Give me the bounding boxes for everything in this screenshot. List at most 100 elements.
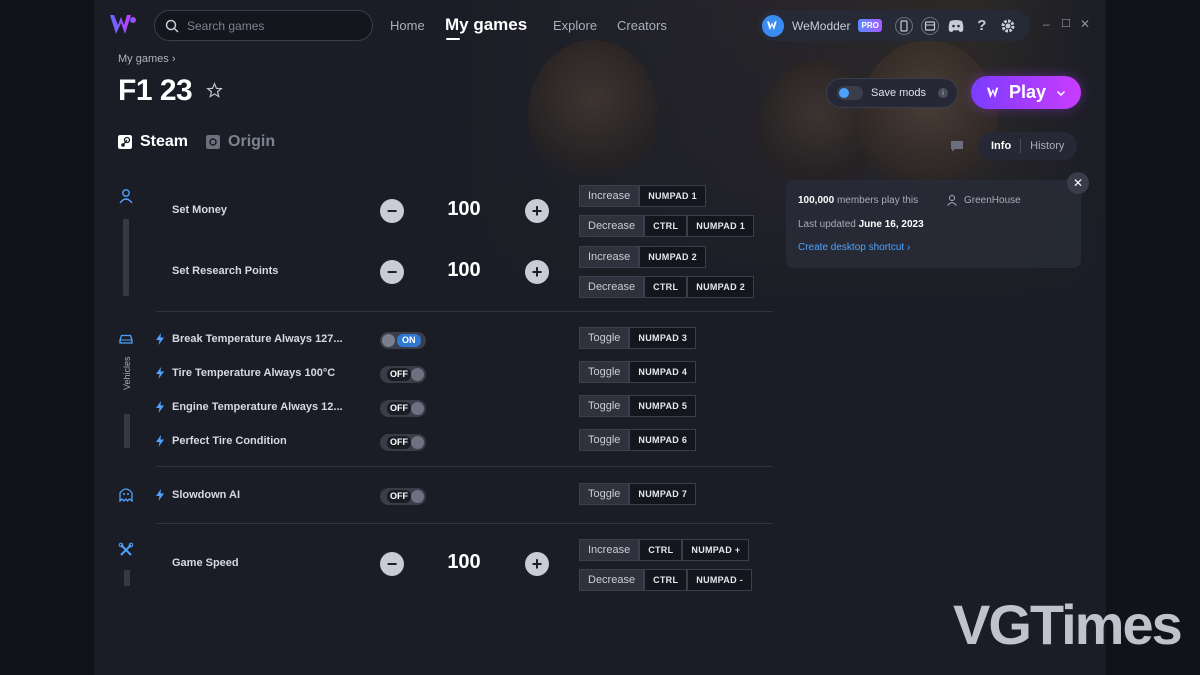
mod-value[interactable]: 100: [426, 259, 502, 282]
nav-my-games[interactable]: My games: [445, 15, 527, 35]
decrease-button[interactable]: −: [380, 260, 404, 284]
members-number: 100,000: [798, 195, 835, 206]
last-updated: Last updated June 16, 2023: [798, 219, 924, 230]
phone-icon[interactable]: [894, 16, 914, 36]
settings-gear-icon[interactable]: [998, 16, 1018, 36]
nav-active-indicator: [446, 38, 460, 40]
decrease-button[interactable]: −: [380, 552, 404, 576]
chevron-down-icon[interactable]: [1056, 88, 1066, 98]
tab-history[interactable]: History: [1021, 140, 1073, 152]
mod-toggle[interactable]: OFF: [380, 400, 426, 417]
hotkey-key[interactable]: NUMPAD 4: [629, 361, 697, 383]
increase-button[interactable]: +: [525, 260, 549, 284]
maximize-button[interactable]: ☐: [1061, 17, 1071, 30]
hotkey-toggle[interactable]: Toggle NUMPAD 7: [579, 483, 697, 505]
wemodder-logo-icon[interactable]: [108, 12, 138, 38]
info-icon[interactable]: i: [938, 88, 949, 98]
hotkey-key[interactable]: CTRL: [644, 276, 688, 298]
breadcrumb-my-games[interactable]: My games: [118, 53, 169, 65]
hotkey-key[interactable]: CTRL: [644, 215, 688, 237]
hotkey-key[interactable]: NUMPAD 7: [629, 483, 697, 505]
category-scrollbar[interactable]: [124, 570, 130, 586]
hotkey-decrease[interactable]: Decrease CTRL NUMPAD 2: [579, 276, 755, 298]
category-player: [118, 188, 134, 296]
lightning-bolt-icon: [156, 401, 164, 413]
category-scrollbar[interactable]: [123, 219, 129, 296]
mod-name: Set Research Points: [172, 265, 279, 277]
category-scrollbar[interactable]: [124, 414, 130, 448]
hotkey-key[interactable]: NUMPAD 1: [687, 215, 755, 237]
hotkey-key[interactable]: NUMPAD -: [687, 569, 753, 591]
mod-value[interactable]: 100: [426, 198, 502, 221]
hotkey-increase[interactable]: Increase NUMPAD 2: [579, 246, 706, 268]
increase-button[interactable]: +: [525, 552, 549, 576]
chat-icon[interactable]: [950, 140, 964, 152]
hotkey-increase[interactable]: Increase CTRL NUMPAD +: [579, 539, 750, 561]
play-button[interactable]: Play: [971, 76, 1081, 109]
hotkey-decrease[interactable]: Decrease CTRL NUMPAD -: [579, 569, 753, 591]
platform-origin[interactable]: Origin: [206, 133, 275, 151]
close-info-button[interactable]: ✕: [1067, 172, 1089, 194]
toggle-knob: [382, 334, 395, 347]
platform-steam[interactable]: Steam: [118, 133, 188, 151]
mod-toggle[interactable]: OFF: [380, 488, 426, 505]
hotkey-key[interactable]: NUMPAD +: [682, 539, 750, 561]
increase-button[interactable]: +: [525, 199, 549, 223]
hotkey-action: Toggle: [579, 395, 630, 417]
members-count: 100,000 members play this: [798, 195, 918, 206]
toggle-state: OFF: [387, 368, 411, 381]
nav-creators[interactable]: Creators: [617, 18, 667, 33]
create-shortcut-link[interactable]: Create desktop shortcut ›: [798, 242, 910, 253]
mod-row-engine-temperature: Engine Temperature Always 12... OFF Togg…: [156, 395, 773, 421]
close-window-button[interactable]: ✕: [1080, 17, 1090, 31]
mod-toggle[interactable]: OFF: [380, 434, 426, 451]
save-mods-toggle[interactable]: Save mods i: [826, 78, 958, 108]
crossed-tools-icon: [118, 542, 134, 556]
hotkey-toggle[interactable]: Toggle NUMPAD 5: [579, 395, 697, 417]
lightning-bolt-icon: [156, 333, 164, 345]
hotkey-toggle[interactable]: Toggle NUMPAD 4: [579, 361, 697, 383]
breadcrumb[interactable]: My games ›: [118, 53, 175, 65]
hotkey-toggle[interactable]: Toggle NUMPAD 3: [579, 327, 697, 349]
avatar[interactable]: [762, 14, 784, 37]
mod-value[interactable]: 100: [426, 551, 502, 574]
hotkey-key[interactable]: NUMPAD 2: [687, 276, 755, 298]
account-name[interactable]: WeModder: [792, 19, 850, 33]
discord-icon[interactable]: [946, 16, 966, 36]
nav-explore[interactable]: Explore: [553, 18, 597, 33]
hotkey-key[interactable]: NUMPAD 2: [639, 246, 706, 268]
steam-icon: [118, 135, 132, 149]
tab-group: Info History: [978, 132, 1078, 160]
mod-row-set-research-points: Set Research Points − 100 + Increase NUMP…: [156, 246, 773, 298]
driver-image-3: [858, 40, 998, 200]
category-game: [118, 542, 134, 563]
hotkey-key[interactable]: CTRL: [639, 539, 683, 561]
hotkey-toggle[interactable]: Toggle NUMPAD 6: [579, 429, 697, 451]
hotkey-key[interactable]: NUMPAD 1: [639, 185, 706, 207]
hotkey-increase[interactable]: Increase NUMPAD 1: [579, 185, 706, 207]
hotkey-key[interactable]: NUMPAD 5: [629, 395, 697, 417]
hotkey-key[interactable]: CTRL: [644, 569, 688, 591]
watermark: VGTimes: [953, 593, 1183, 656]
mod-row-perfect-tire-condition: Perfect Tire Condition OFF Toggle NUMPAD …: [156, 429, 773, 455]
search-box[interactable]: [154, 10, 373, 41]
help-icon[interactable]: ?: [972, 16, 992, 36]
hotkey-action: Decrease: [579, 569, 645, 591]
hotkey-decrease[interactable]: Decrease CTRL NUMPAD 1: [579, 215, 755, 237]
hotkey-key[interactable]: NUMPAD 6: [629, 429, 697, 451]
mod-toggle[interactable]: ON: [380, 332, 426, 349]
platform-origin-label: Origin: [228, 133, 276, 150]
decrease-button[interactable]: −: [380, 199, 404, 223]
overlay-icon[interactable]: [920, 16, 940, 36]
save-mods-switch[interactable]: [837, 86, 863, 100]
mod-row-slowdown-ai: Slowdown AI OFF Toggle NUMPAD 7: [156, 483, 773, 509]
minimize-button[interactable]: –: [1043, 17, 1050, 31]
search-input[interactable]: [187, 18, 347, 33]
favorite-star-icon[interactable]: [206, 82, 223, 99]
hotkey-key[interactable]: NUMPAD 3: [629, 327, 697, 349]
mod-author[interactable]: GreenHouse: [946, 194, 1021, 206]
tab-info[interactable]: Info: [982, 140, 1020, 152]
nav-home[interactable]: Home: [390, 18, 425, 33]
author-name[interactable]: GreenHouse: [964, 195, 1021, 206]
mod-toggle[interactable]: OFF: [380, 366, 426, 383]
